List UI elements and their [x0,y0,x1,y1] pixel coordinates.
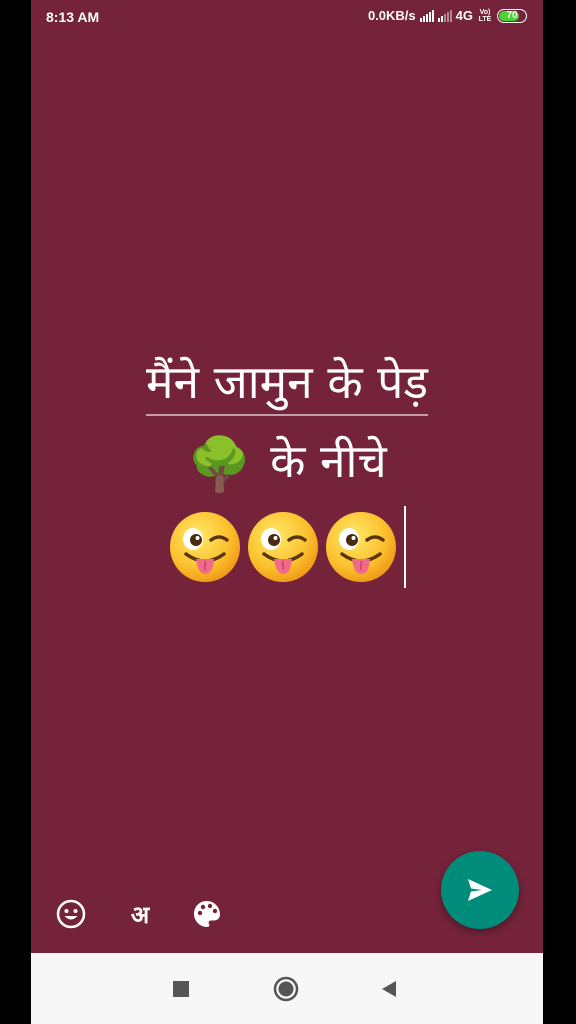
status-text-line-2-words: के नीचे [270,434,387,488]
triangle-back-icon [382,981,396,997]
font-language-button[interactable]: अ [122,898,158,930]
volte-icon: Vo) LTE [477,9,493,23]
text-cursor [404,505,406,588]
send-button[interactable] [441,851,519,929]
volte-top: Vo) [479,8,491,16]
palette-icon [194,901,220,927]
circle-icon [273,976,299,1002]
status-text-line-1: मैंने जामुन के पेड़ [145,350,429,416]
tree-emoji: 🌳 [187,434,253,495]
smiley-icon [56,899,86,929]
winking-face-with-tongue-icon [326,511,396,582]
font-language-label: अ [130,900,150,929]
status-text-line-2: 🌳 के नीचे [31,424,543,502]
status-time: 8:13 AM [46,9,100,25]
winking-face-with-tongue-icon [170,511,240,582]
navigation-bar [31,953,543,1024]
emoji-row [168,505,406,588]
volte-bottom: LTE [478,15,492,23]
battery-icon: 70 [497,8,527,23]
home-button[interactable] [272,975,300,1003]
send-icon [468,879,492,901]
battery-level: 70 [506,10,518,21]
status-composer-screen: 8:13 AM 0.0KB/s 4G Vo) LTE 70 मैंने जामु… [31,0,543,1024]
winking-face-with-tongue-icon [248,511,318,582]
network-speed: 0.0KB/s [367,8,416,23]
status-text-input[interactable]: मैंने जामुन के पेड़ 🌳 के नीचे [31,345,543,605]
status-bar: 8:13 AM 0.0KB/s 4G Vo) LTE 70 [31,0,543,34]
color-palette-button[interactable] [191,898,223,930]
emoji-button[interactable] [55,898,87,930]
back-button[interactable] [375,975,403,1003]
signal-strength-2-icon [437,9,452,22]
square-icon [173,981,189,997]
network-type: 4G [455,8,473,23]
recents-button[interactable] [167,975,195,1003]
signal-strength-icon [419,9,434,22]
status-indicators: 0.0KB/s 4G Vo) LTE 70 [368,8,527,23]
